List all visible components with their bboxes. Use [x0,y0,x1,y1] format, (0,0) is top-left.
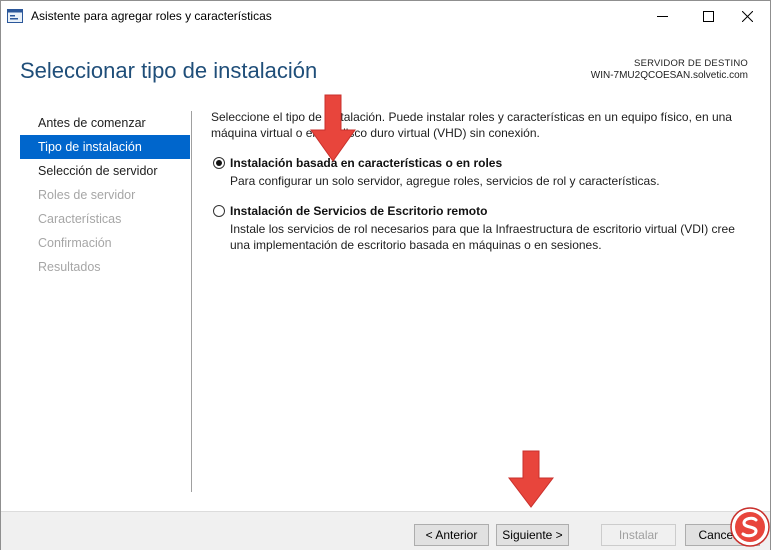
install-button: Instalar [601,524,676,546]
minimize-button[interactable] [639,1,685,31]
radio-remote-desktop[interactable] [213,205,225,217]
nav-item-antes-de-comenzar[interactable]: Antes de comenzar [20,111,190,135]
page-title: Seleccionar tipo de instalación [20,58,318,83]
option-role-based-title[interactable]: Instalación basada en características o … [230,155,756,171]
intro-text: Seleccione el tipo de instalación. Puede… [211,110,732,140]
option-remote-desktop[interactable]: Instalación de Servicios de Escritorio r… [211,203,756,253]
nav-divider [191,111,192,492]
wizard-window: Asistente para agregar roles y caracterí… [0,0,771,550]
option-role-based[interactable]: Instalación basada en características o … [211,155,756,189]
wizard-steps-nav: Antes de comenzar Tipo de instalación Se… [20,111,190,279]
title-bar[interactable]: Asistente para agregar roles y caracterí… [1,1,770,31]
window-title: Asistente para agregar roles y caracterí… [31,9,272,23]
nav-item-confirmacion: Confirmación [38,236,112,250]
footer-bar: < Anterior Siguiente > Instalar Cancelar [1,512,770,550]
solvetic-logo-icon [730,507,770,547]
maximize-icon [702,10,714,22]
close-icon [741,10,753,22]
destination-server-name: WIN-7MU2QCOESAN.solvetic.com [590,70,748,81]
nav-item-tipo-de-instalacion[interactable]: Tipo de instalación [20,135,190,159]
nav-item-roles-de-servidor: Roles de servidor [38,188,136,202]
content-panel: Seleccione el tipo de instalación. Puede… [211,109,756,253]
annotation-arrow-down-icon [310,94,356,162]
next-button[interactable]: Siguiente > [496,524,569,546]
close-button[interactable] [724,1,770,31]
annotation-arrow-down-icon [508,450,554,508]
server-manager-icon [7,9,23,23]
option-remote-desktop-description: Instale los servicios de rol necesarios … [230,222,735,252]
nav-item-seleccion-de-servidor[interactable]: Selección de servidor [20,159,190,183]
option-remote-desktop-title[interactable]: Instalación de Servicios de Escritorio r… [230,203,756,219]
nav-item-caracteristicas: Características [38,212,122,226]
destination-server-label: SERVIDOR DE DESTINO [634,58,748,69]
minimize-icon [656,15,668,17]
option-role-based-description: Para configurar un solo servidor, agregu… [230,174,660,188]
previous-button[interactable]: < Anterior [414,524,489,546]
nav-item-resultados: Resultados [38,260,101,274]
radio-role-based[interactable] [213,157,225,169]
